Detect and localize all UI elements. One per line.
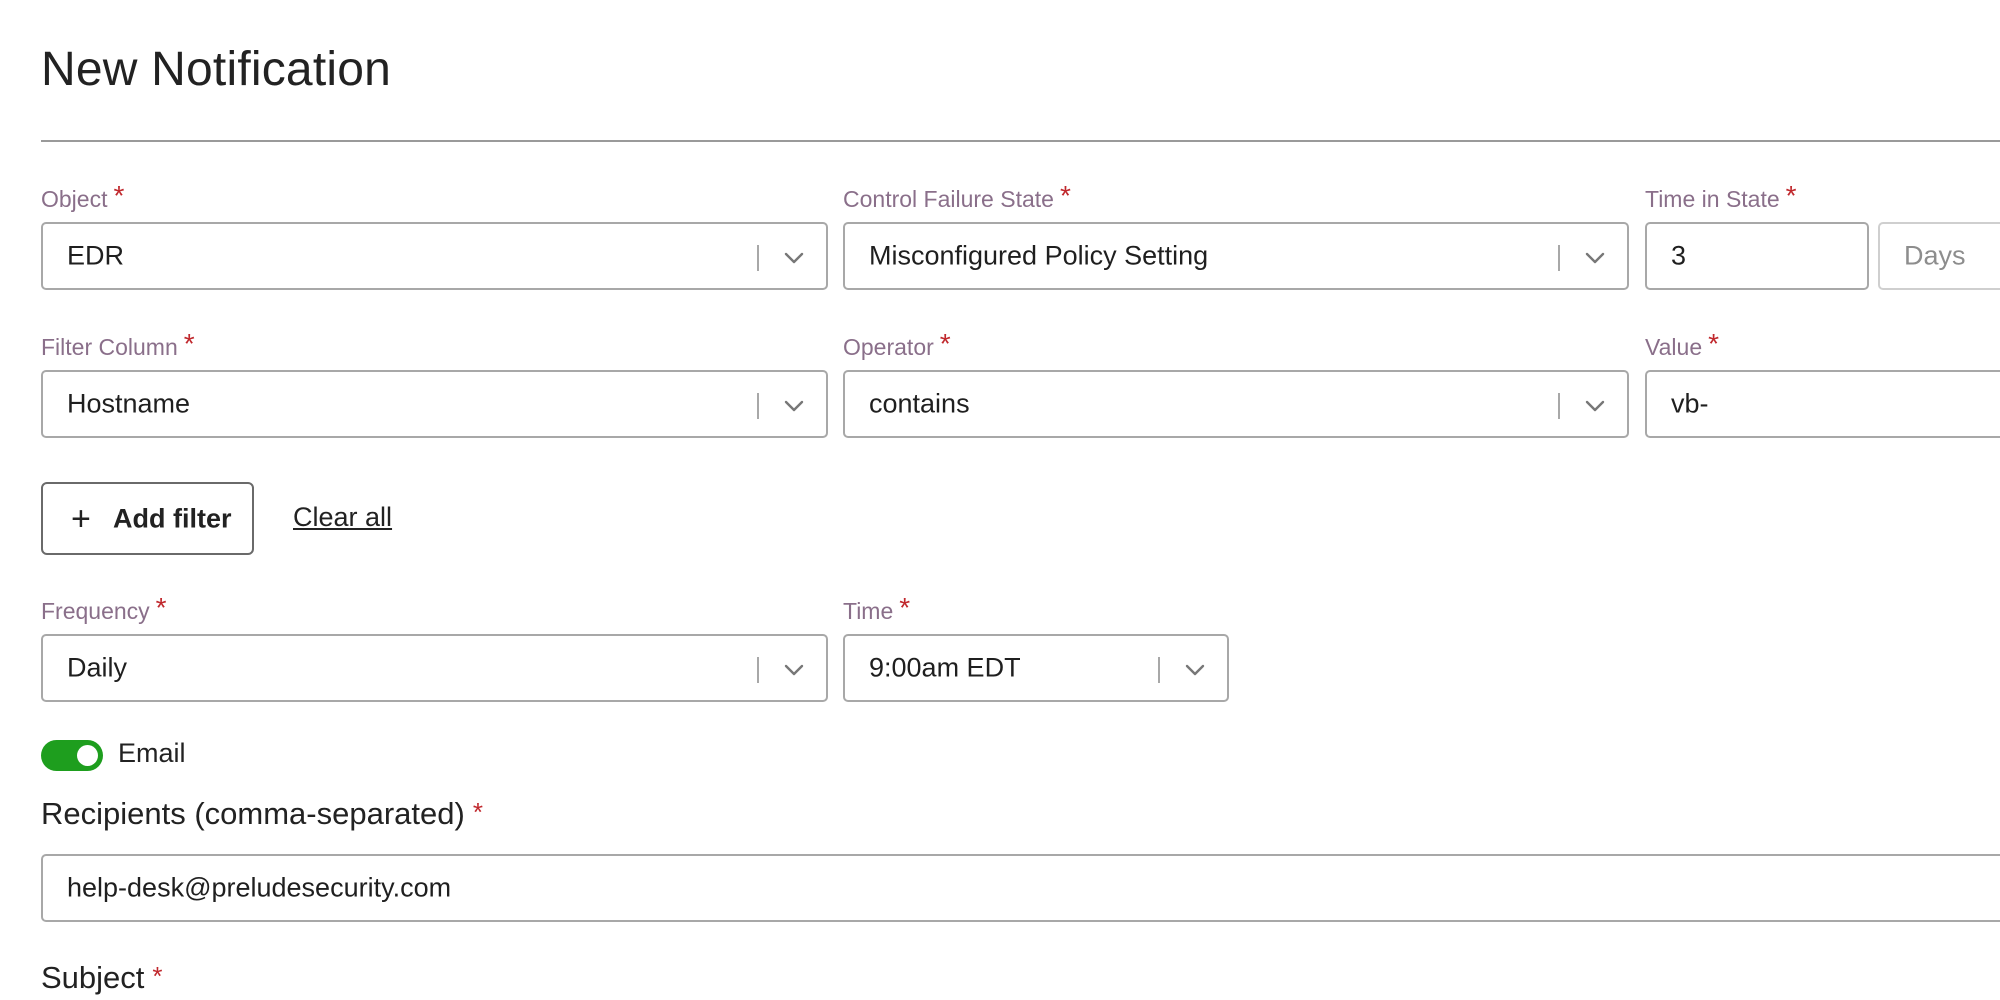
object-select[interactable]: EDR [41,222,828,290]
object-label: Object * [41,180,125,214]
value-label-text: Value [1645,334,1703,360]
select-separator [757,393,759,419]
required-asterisk: * [1785,180,1797,211]
frequency-select[interactable]: Daily [41,634,828,702]
select-separator [757,245,759,271]
value-label: Value * [1645,328,1720,362]
select-separator [1558,245,1560,271]
filter-column-label-text: Filter Column [41,334,178,360]
frequency-label: Frequency * [41,592,167,626]
required-asterisk: * [113,180,125,211]
email-toggle[interactable] [41,740,103,771]
control-failure-state-select[interactable]: Misconfigured Policy Setting [843,222,1629,290]
subject-label-text: Subject [41,960,145,995]
time-in-state-unit-placeholder: Days [1904,240,1966,271]
required-asterisk: * [1059,180,1071,211]
clear-all-link[interactable]: Clear all [293,502,392,533]
chevron-down-icon[interactable] [1183,658,1207,682]
select-separator [1158,657,1160,683]
time-value: 9:00am EDT [869,652,1021,683]
chevron-down-icon[interactable] [1583,394,1607,418]
filter-column-select[interactable]: Hostname [41,370,828,438]
time-in-state-label-text: Time in State [1645,186,1780,212]
required-asterisk: * [939,328,951,359]
operator-value: contains [869,388,970,419]
frequency-label-text: Frequency [41,598,150,624]
recipients-input[interactable]: help-desk@preludesecurity.com [41,854,2000,922]
subject-label: Subject * [41,960,163,996]
select-separator [757,657,759,683]
required-asterisk: * [152,961,163,991]
value-input-value: vb- [1671,388,1709,419]
operator-label-text: Operator [843,334,934,360]
operator-label: Operator * [843,328,951,362]
control-failure-state-label-text: Control Failure State [843,186,1054,212]
filter-column-value: Hostname [67,388,191,419]
operator-select[interactable]: contains [843,370,1629,438]
add-filter-label: Add filter [113,503,232,533]
email-toggle-label: Email [118,738,186,768]
required-asterisk: * [183,328,195,359]
time-in-state-input[interactable]: 3 [1645,222,1869,290]
time-label: Time * [843,592,911,626]
frequency-value: Daily [67,652,128,683]
recipients-label-text: Recipients (comma-separated) [41,796,465,831]
select-separator [1558,393,1560,419]
chevron-down-icon[interactable] [1583,246,1607,270]
required-asterisk: * [1708,328,1720,359]
filter-column-label: Filter Column * [41,328,195,362]
time-label-text: Time [843,598,894,624]
toggle-knob [77,745,98,766]
required-asterisk: * [472,797,483,827]
value-input[interactable]: vb- [1645,370,2000,438]
time-in-state-value: 3 [1671,240,1687,271]
recipients-value: help-desk@preludesecurity.com [67,872,452,903]
time-in-state-unit-select[interactable]: Days [1878,222,2000,290]
recipients-label: Recipients (comma-separated) * [41,796,483,832]
chevron-down-icon[interactable] [782,658,806,682]
control-failure-state-value: Misconfigured Policy Setting [869,240,1209,271]
chevron-down-icon[interactable] [782,246,806,270]
time-select[interactable]: 9:00am EDT [843,634,1229,702]
page-title: New Notification [41,43,392,96]
control-failure-state-label: Control Failure State * [843,180,1071,214]
time-in-state-label: Time in State * [1645,180,1797,214]
object-select-value: EDR [67,240,125,271]
required-asterisk: * [899,592,911,623]
chevron-down-icon[interactable] [782,394,806,418]
add-filter-button[interactable]: + Add filter [41,482,254,555]
plus-icon: + [71,500,91,538]
object-label-text: Object [41,186,108,212]
title-divider [41,140,2000,142]
required-asterisk: * [155,592,167,623]
